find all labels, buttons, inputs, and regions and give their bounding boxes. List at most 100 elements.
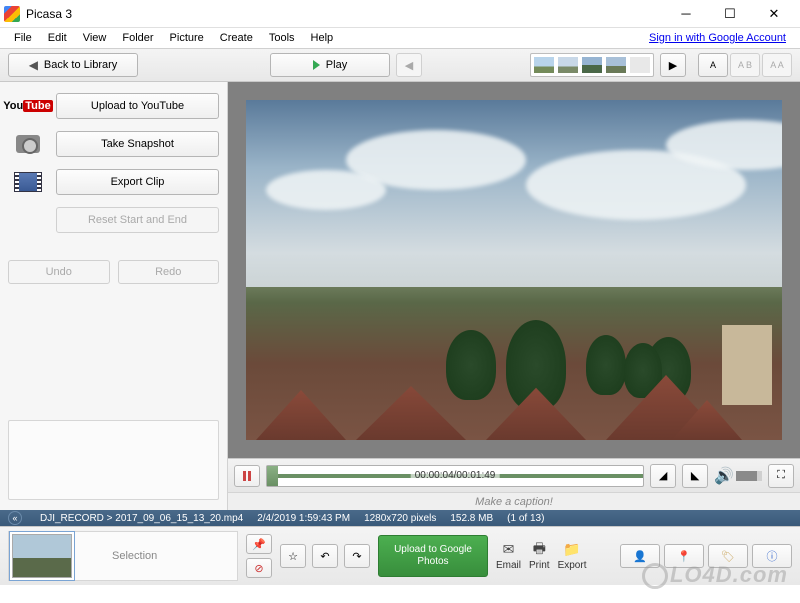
text-size-group: A A B A A — [698, 53, 792, 77]
export-clip-button[interactable]: Export Clip — [56, 169, 219, 195]
star-icon: ☆ — [288, 550, 298, 563]
email-label: Email — [496, 560, 521, 571]
undo-button[interactable]: Undo — [8, 260, 110, 284]
upload-google-photos-button[interactable]: Upload to Google Photos — [378, 535, 488, 577]
thumbnail-5[interactable] — [629, 56, 651, 74]
maximize-button[interactable]: ☐ — [708, 0, 752, 28]
file-size: 152.8 MB — [450, 513, 493, 524]
file-position: (1 of 13) — [507, 513, 544, 524]
people-tag-button[interactable]: 👤 — [620, 544, 660, 568]
pause-icon — [243, 471, 251, 481]
text-size-aa[interactable]: A A — [762, 53, 792, 77]
file-dimensions: 1280x720 pixels — [364, 513, 436, 524]
minimize-button[interactable]: ─ — [664, 0, 708, 28]
menu-create[interactable]: Create — [212, 30, 261, 46]
email-button[interactable]: ✉ Email — [496, 542, 521, 571]
clear-selection-button[interactable]: ⊘ — [246, 558, 272, 578]
person-icon: 👤 — [633, 550, 647, 563]
app-icon — [4, 6, 20, 22]
print-icon: 🖶 — [529, 542, 549, 558]
redo-button[interactable]: Redo — [118, 260, 220, 284]
upload-youtube-button[interactable]: Upload to YouTube — [56, 93, 219, 119]
rotate-right-icon: ↷ — [352, 550, 361, 563]
start-marker-icon: ◢ — [659, 469, 667, 482]
window-title: Picasa 3 — [26, 7, 664, 21]
set-start-button[interactable]: ◢ — [650, 464, 676, 488]
image-area[interactable] — [228, 82, 800, 458]
collapse-tray-button[interactable]: « — [8, 511, 22, 525]
menu-picture[interactable]: Picture — [162, 30, 212, 46]
menu-view[interactable]: View — [75, 30, 115, 46]
info-icon: ⓘ — [767, 548, 778, 564]
play-button[interactable]: Play — [270, 53, 390, 77]
back-to-library-button[interactable]: ◀ Back to Library — [8, 53, 138, 77]
viewer: 00:00:04/00:01:49 ◢ ◣ 🔊 ⛶ Make a caption… — [228, 82, 800, 510]
fullscreen-button[interactable]: ⛶ — [768, 464, 794, 488]
histogram-box — [8, 420, 219, 500]
fullscreen-icon: ⛶ — [777, 469, 785, 482]
main-area: YouTube Upload to YouTube Take Snapshot … — [0, 82, 800, 510]
end-marker-icon: ◣ — [691, 469, 699, 482]
menu-file[interactable]: File — [6, 30, 40, 46]
text-size-ab[interactable]: A B — [730, 53, 760, 77]
rotate-left-button[interactable]: ↶ — [312, 544, 338, 568]
speaker-icon: 🔊 — [714, 466, 734, 486]
prev-arrow-icon: ◀ — [405, 59, 413, 72]
camera-icon — [8, 130, 48, 158]
play-icon — [313, 60, 320, 70]
tag-icon: 🏷 — [721, 550, 735, 563]
video-frame — [246, 100, 782, 440]
signin-link[interactable]: Sign in with Google Account — [649, 32, 794, 44]
menu-bar: File Edit View Folder Picture Create Too… — [0, 28, 800, 48]
youtube-icon: YouTube — [8, 92, 48, 120]
selection-tray: Selection — [8, 531, 238, 581]
volume-slider[interactable] — [736, 471, 762, 481]
thumbnail-4[interactable] — [605, 56, 627, 74]
export-label: Export — [558, 560, 587, 571]
sidebar: YouTube Upload to YouTube Take Snapshot … — [0, 82, 228, 510]
hold-selection-button[interactable]: 📌 — [246, 534, 272, 554]
pin-map-icon: 📍 — [677, 550, 691, 563]
info-bar: « DJI_RECORD > 2017_09_06_15_13_20.mp4 2… — [0, 510, 800, 526]
film-icon — [8, 168, 48, 196]
close-button[interactable]: ✕ — [752, 0, 796, 28]
reset-start-end-button[interactable]: Reset Start and End — [56, 207, 219, 233]
prev-button[interactable]: ◀ — [396, 53, 422, 77]
rotate-right-button[interactable]: ↷ — [344, 544, 370, 568]
print-label: Print — [529, 560, 550, 571]
print-button[interactable]: 🖶 Print — [529, 542, 550, 571]
star-button[interactable]: ☆ — [280, 544, 306, 568]
menu-folder[interactable]: Folder — [114, 30, 161, 46]
export-button[interactable]: 📁 Export — [558, 542, 587, 571]
selection-thumbnail[interactable] — [12, 534, 72, 578]
set-end-button[interactable]: ◣ — [682, 464, 708, 488]
playback-bar: 00:00:04/00:01:49 ◢ ◣ 🔊 ⛶ — [228, 458, 800, 492]
volume-control[interactable]: 🔊 — [714, 466, 762, 486]
menu-help[interactable]: Help — [303, 30, 342, 46]
file-path: DJI_RECORD > 2017_09_06_15_13_20.mp4 — [40, 513, 243, 524]
tags-button[interactable]: 🏷 — [708, 544, 748, 568]
thumbnail-1[interactable] — [533, 56, 555, 74]
thumbnail-2[interactable] — [557, 56, 579, 74]
window-titlebar: Picasa 3 ─ ☐ ✕ — [0, 0, 800, 28]
export-icon: 📁 — [562, 542, 582, 558]
bottom-tray: Selection 📌 ⊘ ☆ ↶ ↷ Upload to Google Pho… — [0, 526, 800, 585]
take-snapshot-button[interactable]: Take Snapshot — [56, 131, 219, 157]
places-tag-button[interactable]: 📍 — [664, 544, 704, 568]
back-arrow-icon: ◀ — [29, 58, 38, 72]
next-arrow-icon: ▶ — [669, 59, 677, 72]
timeline-slider[interactable]: 00:00:04/00:01:49 — [266, 465, 644, 487]
text-size-a[interactable]: A — [698, 53, 728, 77]
selection-label: Selection — [112, 550, 157, 562]
menu-tools[interactable]: Tools — [261, 30, 303, 46]
info-button[interactable]: ⓘ — [752, 544, 792, 568]
toolbar: ◀ Back to Library Play ◀ ▶ A A B A A — [0, 48, 800, 82]
file-datetime: 2/4/2019 1:59:43 PM — [257, 513, 350, 524]
thumbnail-3[interactable] — [581, 56, 603, 74]
pause-button[interactable] — [234, 465, 260, 487]
caption-input[interactable]: Make a caption! — [228, 492, 800, 510]
menu-edit[interactable]: Edit — [40, 30, 75, 46]
next-button[interactable]: ▶ — [660, 53, 686, 77]
rotate-left-icon: ↶ — [320, 550, 329, 563]
email-icon: ✉ — [499, 542, 519, 558]
